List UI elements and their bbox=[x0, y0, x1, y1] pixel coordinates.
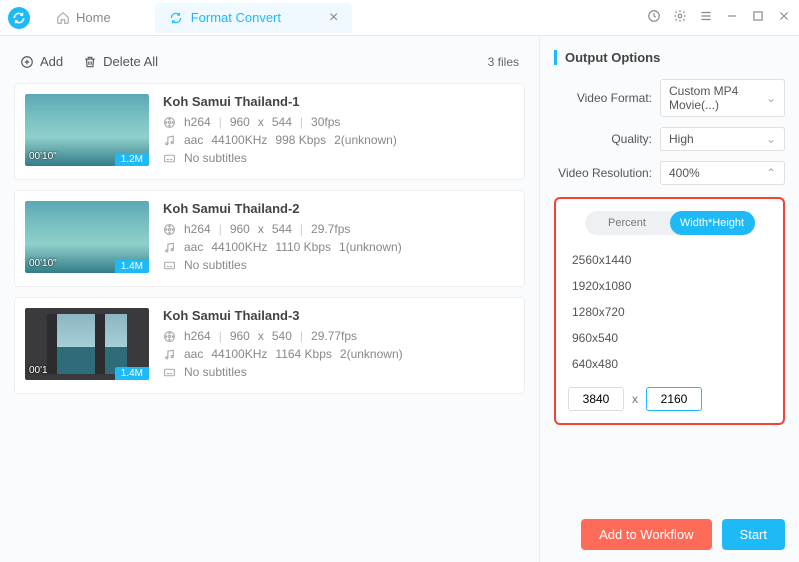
gear-icon[interactable] bbox=[673, 9, 687, 26]
start-button[interactable]: Start bbox=[722, 519, 785, 550]
delete-all-button[interactable]: Delete All bbox=[83, 54, 158, 69]
segment-percent[interactable]: Percent bbox=[585, 211, 670, 235]
maximize-icon[interactable] bbox=[751, 9, 765, 26]
add-label: Add bbox=[40, 54, 63, 69]
minimize-icon[interactable] bbox=[725, 9, 739, 26]
subtitle-icon bbox=[163, 152, 176, 165]
toolbar: Add Delete All 3 files bbox=[14, 50, 525, 73]
video-format-select[interactable]: Custom MP4 Movie(...) ⌄ bbox=[660, 79, 785, 117]
app-logo bbox=[8, 7, 30, 29]
tab-format-convert[interactable]: Format Convert × bbox=[155, 3, 353, 33]
custom-height-input[interactable] bbox=[646, 387, 702, 411]
file-card[interactable]: 00'10"1.2MKoh Samui Thailand-1h264|960x5… bbox=[14, 83, 525, 180]
video-icon bbox=[163, 116, 176, 129]
file-name: Koh Samui Thailand-1 bbox=[163, 94, 514, 109]
file-thumbnail: 00'10" 1.2M bbox=[25, 94, 149, 166]
video-format-label: Video Format: bbox=[554, 91, 652, 105]
video-icon bbox=[163, 223, 176, 236]
resolution-label: Video Resolution: bbox=[554, 166, 652, 180]
history-icon[interactable] bbox=[647, 9, 661, 26]
video-icon bbox=[163, 330, 176, 343]
file-size: 1.4M bbox=[115, 367, 149, 380]
audio-icon bbox=[163, 241, 176, 254]
tab-home[interactable]: Home bbox=[42, 4, 125, 31]
resolution-option[interactable]: 1920x1080 bbox=[568, 273, 771, 299]
file-card[interactable]: 00'10"1.4MKoh Samui Thailand-3h264|960x5… bbox=[14, 297, 525, 394]
chevron-down-icon: ⌄ bbox=[766, 91, 776, 105]
file-size: 1.2M bbox=[115, 153, 149, 166]
file-card[interactable]: 00'10"1.4MKoh Samui Thailand-2h264|960x5… bbox=[14, 190, 525, 287]
file-count: 3 files bbox=[488, 55, 519, 69]
add-button[interactable]: Add bbox=[20, 54, 63, 69]
tab-home-label: Home bbox=[76, 10, 111, 25]
resolution-option[interactable]: 640x480 bbox=[568, 351, 771, 377]
add-to-workflow-button[interactable]: Add to Workflow bbox=[581, 519, 711, 550]
resolution-option[interactable]: 1280x720 bbox=[568, 299, 771, 325]
quality-select[interactable]: High ⌄ bbox=[660, 127, 785, 151]
file-thumbnail: 00'10" 1.4M bbox=[25, 201, 149, 273]
resolution-option[interactable]: 960x540 bbox=[568, 325, 771, 351]
tab-convert-label: Format Convert bbox=[191, 10, 281, 25]
file-duration: 00'10" bbox=[29, 258, 57, 269]
resolution-select[interactable]: 400% ⌃ bbox=[660, 161, 785, 185]
file-name: Koh Samui Thailand-2 bbox=[163, 201, 514, 216]
chevron-down-icon: ⌄ bbox=[766, 132, 776, 146]
tab-close-icon[interactable]: × bbox=[329, 9, 338, 27]
output-options-title: Output Options bbox=[554, 50, 785, 65]
chevron-up-icon: ⌃ bbox=[766, 166, 776, 180]
quality-label: Quality: bbox=[554, 132, 652, 146]
resolution-mode-segment: Percent Width*Height bbox=[585, 211, 755, 235]
custom-width-input[interactable] bbox=[568, 387, 624, 411]
resolution-popup: Percent Width*Height 2560x14401920x10801… bbox=[554, 197, 785, 425]
file-duration: 00'10" bbox=[29, 151, 57, 162]
subtitle-icon bbox=[163, 259, 176, 272]
audio-icon bbox=[163, 134, 176, 147]
subtitle-icon bbox=[163, 366, 176, 379]
close-icon[interactable] bbox=[777, 9, 791, 26]
file-size: 1.4M bbox=[115, 260, 149, 273]
header: Home Format Convert × bbox=[0, 0, 799, 36]
segment-width-height[interactable]: Width*Height bbox=[670, 211, 755, 235]
file-duration: 00'10" bbox=[29, 365, 57, 376]
audio-icon bbox=[163, 348, 176, 361]
resolution-option[interactable]: 2560x1440 bbox=[568, 247, 771, 273]
dimension-x: x bbox=[632, 392, 638, 406]
delete-all-label: Delete All bbox=[103, 54, 158, 69]
file-thumbnail: 00'10" 1.4M bbox=[25, 308, 149, 380]
menu-icon[interactable] bbox=[699, 9, 713, 26]
file-name: Koh Samui Thailand-3 bbox=[163, 308, 514, 323]
